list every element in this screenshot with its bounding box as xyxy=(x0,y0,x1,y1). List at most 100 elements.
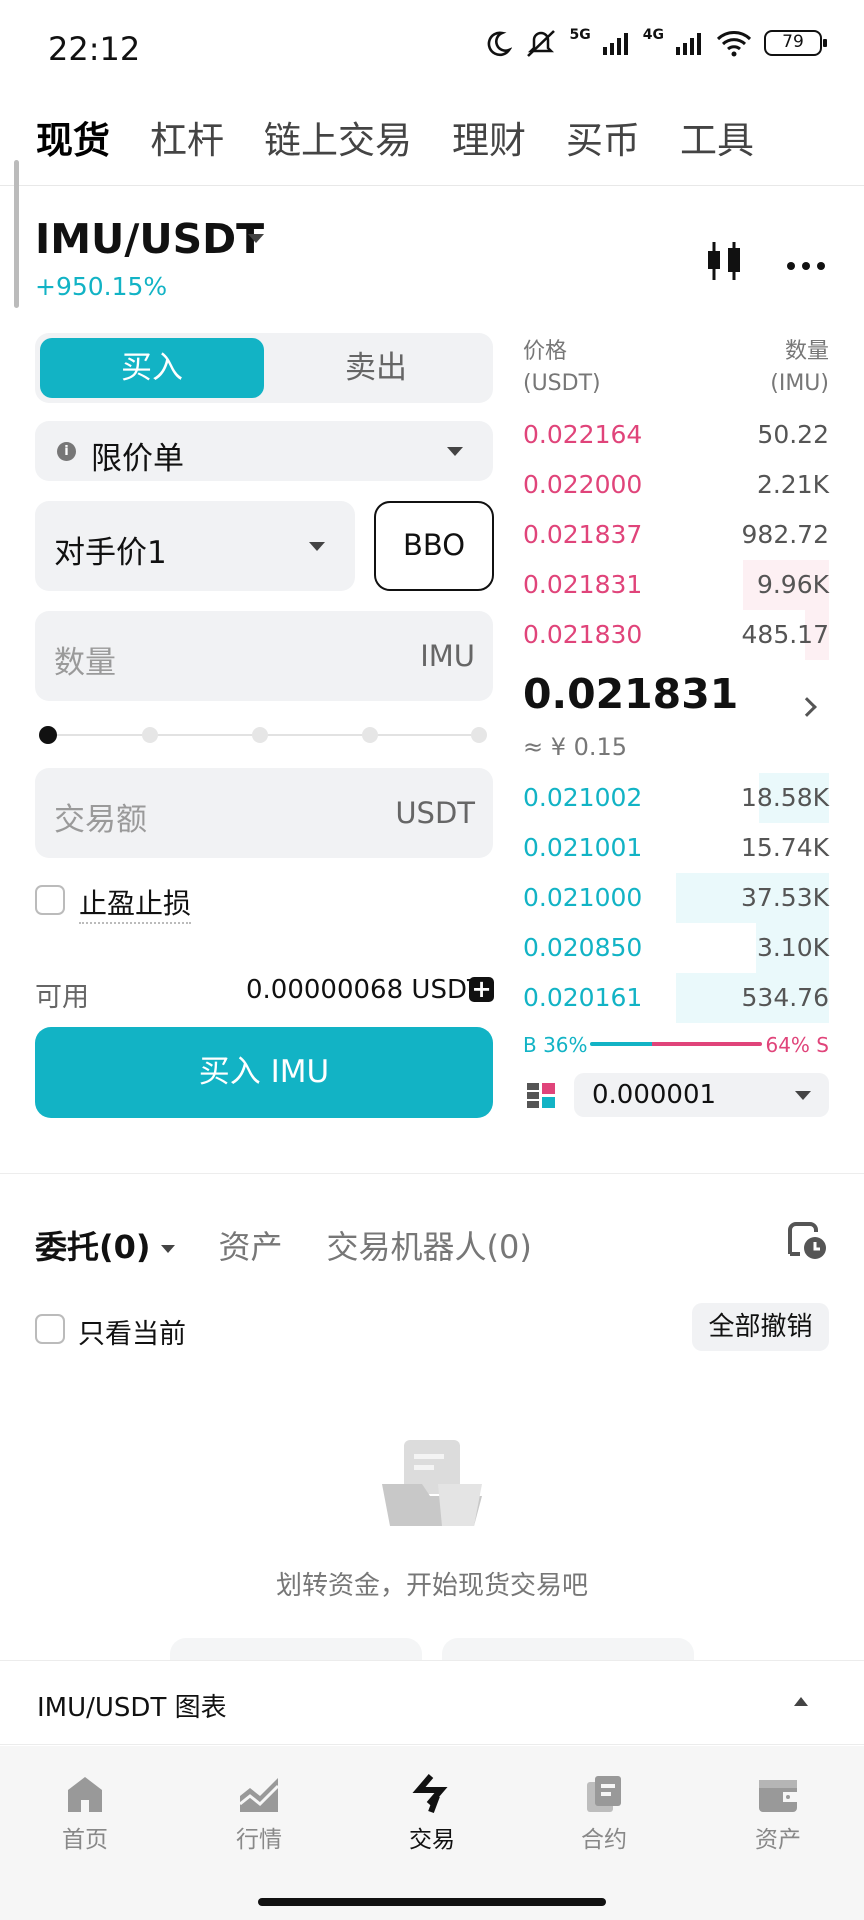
nav-markets-label: 行情 xyxy=(236,1827,282,1853)
home-indicator xyxy=(258,1898,606,1906)
slider-step-50[interactable] xyxy=(252,727,268,743)
bbo-button[interactable]: BBO xyxy=(374,501,494,591)
candlestick-chart-icon[interactable] xyxy=(706,240,744,282)
tab-onchain[interactable]: 链上交易 xyxy=(264,110,412,164)
pair-selector[interactable]: IMU/USDT xyxy=(35,215,264,263)
depth-step-value: 0.000001 xyxy=(592,1080,717,1110)
bid-qty: 3.10K xyxy=(756,933,829,962)
tab-earn[interactable]: 理财 xyxy=(452,110,526,164)
bid-row[interactable]: 0.021001 15.74K xyxy=(523,823,829,873)
ask-row[interactable]: 0.022000 2.21K xyxy=(523,460,829,510)
nav-assets-label: 资产 xyxy=(755,1827,801,1853)
tab-assets[interactable]: 资产 xyxy=(219,1222,283,1268)
nav-assets[interactable]: 资产 xyxy=(718,1774,838,1854)
more-icon[interactable] xyxy=(786,255,826,271)
nav-home-label: 首页 xyxy=(62,1827,108,1853)
chart-drawer-label: IMU/USDT 图表 xyxy=(37,1693,227,1723)
last-price[interactable]: 0.021831 xyxy=(523,670,738,718)
nav-futures[interactable]: 合约 xyxy=(544,1774,664,1854)
chart-drawer[interactable]: IMU/USDT 图表 xyxy=(0,1660,864,1745)
ask-qty: 50.22 xyxy=(757,420,829,449)
only-current-label[interactable]: 只看当前 xyxy=(78,1312,186,1351)
chevron-up-icon[interactable] xyxy=(794,1697,808,1706)
plus-icon[interactable]: + xyxy=(469,977,494,1002)
qty-header: 数量 xyxy=(784,339,829,364)
quantity-unit: IMU xyxy=(420,639,475,673)
bid-row[interactable]: 0.021000 37.53K xyxy=(523,873,829,923)
wallet-icon xyxy=(759,1780,797,1812)
tab-buy-crypto[interactable]: 买币 xyxy=(566,110,640,164)
ask-price: 0.021830 xyxy=(523,620,643,649)
ask-qty: 2.21K xyxy=(756,470,829,499)
tab-open-orders[interactable]: 委托(0) xyxy=(35,1222,175,1268)
moon-icon xyxy=(487,31,512,57)
bid-row[interactable]: 0.020850 3.10K xyxy=(523,923,829,973)
bid-price: 0.020850 xyxy=(523,933,643,962)
chevron-down-icon xyxy=(795,1091,811,1100)
buy-button[interactable]: 买入 IMU xyxy=(35,1027,493,1118)
tab-trading-bots[interactable]: 交易机器人(0) xyxy=(327,1222,532,1268)
order-type-select[interactable]: i 限价单 xyxy=(35,421,493,481)
status-icons: 5G 4G 79 xyxy=(484,27,827,58)
price-mode-label: 对手价1 xyxy=(54,535,167,571)
price-mode-select[interactable]: 对手价1 xyxy=(35,501,355,591)
bid-price: 0.021001 xyxy=(523,833,643,862)
ask-row[interactable]: 0.022164 50.22 xyxy=(523,410,829,460)
total-placeholder: 交易额 xyxy=(54,802,147,838)
signal-icon xyxy=(602,33,628,55)
tpsl-checkbox[interactable] xyxy=(35,885,65,915)
bid-row[interactable]: 0.021002 18.58K xyxy=(523,773,829,823)
amount-slider[interactable] xyxy=(39,726,487,744)
top-tabs: 现货 杠杆 链上交易 理财 买币 工具 xyxy=(36,110,754,164)
nav-trade-label: 交易 xyxy=(409,1827,455,1853)
bid-qty: 18.58K xyxy=(741,783,829,812)
network-4g: 4G xyxy=(642,27,664,43)
total-input[interactable]: 交易额 USDT xyxy=(35,768,493,858)
nav-home[interactable]: 首页 xyxy=(25,1774,145,1854)
available-label: 可用 xyxy=(35,982,89,1013)
section-divider xyxy=(0,1173,864,1174)
ask-price: 0.022164 xyxy=(523,420,643,449)
trade-icon xyxy=(412,1774,448,1814)
ask-row[interactable]: 0.021837 982.72 xyxy=(523,510,829,560)
futures-icon xyxy=(587,1776,621,1812)
available-value: 0.00000068 USDT xyxy=(246,975,483,1005)
slider-handle[interactable] xyxy=(39,726,57,744)
tab-spot[interactable]: 现货 xyxy=(36,110,110,164)
slider-step-25[interactable] xyxy=(142,727,158,743)
nav-markets[interactable]: 行情 xyxy=(199,1774,319,1854)
orderbook-price-header: 价格 (USDT) xyxy=(523,336,601,400)
depth-step-select[interactable]: 0.000001 xyxy=(574,1073,829,1117)
ask-row[interactable]: 0.021831 9.96K xyxy=(523,560,829,610)
tab-tools[interactable]: 工具 xyxy=(680,110,754,164)
cancel-all-button[interactable]: 全部撤销 xyxy=(692,1303,829,1351)
order-history-icon[interactable] xyxy=(786,1222,828,1260)
chevron-down-icon xyxy=(447,447,463,456)
quantity-input[interactable]: 数量 IMU xyxy=(35,611,493,701)
orderbook-layout-icon[interactable] xyxy=(527,1083,555,1109)
chevron-down-icon[interactable] xyxy=(248,234,264,243)
ask-qty: 485.17 xyxy=(741,620,829,649)
bid-row[interactable]: 0.020161 534.76 xyxy=(523,973,829,1023)
order-type-label: 限价单 xyxy=(91,441,184,477)
ask-price: 0.021837 xyxy=(523,520,643,549)
slider-step-100[interactable] xyxy=(471,727,487,743)
buy-tab[interactable]: 买入 xyxy=(40,338,264,398)
chevron-down-icon xyxy=(160,1245,175,1253)
bid-qty: 15.74K xyxy=(741,833,829,862)
slider-step-75[interactable] xyxy=(362,727,378,743)
tab-margin[interactable]: 杠杆 xyxy=(150,110,224,164)
empty-state-text: 划转资金，开始现货交易吧 xyxy=(275,1571,588,1601)
home-icon xyxy=(68,1777,102,1812)
bid-price: 0.020161 xyxy=(523,983,643,1012)
tpsl-label[interactable]: 止盈止损 xyxy=(79,882,192,924)
chevron-right-icon[interactable] xyxy=(797,697,817,717)
signal-icon-2 xyxy=(676,33,701,55)
nav-futures-label: 合约 xyxy=(581,1827,627,1853)
info-icon[interactable]: i xyxy=(57,442,76,461)
only-current-checkbox[interactable] xyxy=(35,1314,65,1344)
battery-icon: 79 xyxy=(764,30,827,56)
sell-tab[interactable]: 卖出 xyxy=(264,338,488,398)
ask-row[interactable]: 0.021830 485.17 xyxy=(523,610,829,660)
nav-trade[interactable]: 交易 xyxy=(372,1774,492,1854)
